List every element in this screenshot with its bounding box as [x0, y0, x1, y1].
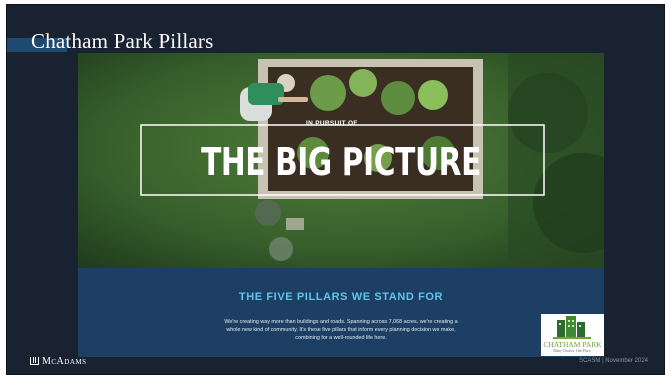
- pillars-body-line-3: combining for a well-rounded life here.: [295, 335, 387, 341]
- footer-company-name: McAdams: [42, 356, 87, 367]
- slide-title: Chatham Park Pillars: [31, 29, 214, 53]
- logo-name: CHATHAM PARK: [543, 340, 602, 349]
- mcadams-mark-icon: [30, 357, 39, 365]
- hero-kicker: IN PURSUIT OF: [306, 120, 358, 127]
- pillars-band: THE FIVE PILLARS WE STAND FOR We're crea…: [78, 268, 604, 357]
- logo-tagline: Many Choices. One Place.: [553, 349, 592, 353]
- footer-info: SCASM | November 2024: [579, 358, 648, 364]
- pillars-body-line-2: whole new kind of community. It's these …: [226, 327, 456, 333]
- chatham-park-logo: CHATHAM PARK Many Choices. One Place.: [541, 314, 604, 356]
- pillars-body-line-1: We're creating way more than buildings a…: [224, 319, 458, 325]
- hero-headline: THE BIG PICTURE: [201, 140, 481, 184]
- hero-image: IN PURSUIT OF THE BIG PICTURE: [78, 53, 604, 268]
- pillars-heading: THE FIVE PILLARS WE STAND FOR: [238, 291, 444, 303]
- slide: Chatham Park Pillars IN PURSUIT OF THE B…: [6, 4, 665, 375]
- footer-company-logo: McAdams: [30, 356, 87, 367]
